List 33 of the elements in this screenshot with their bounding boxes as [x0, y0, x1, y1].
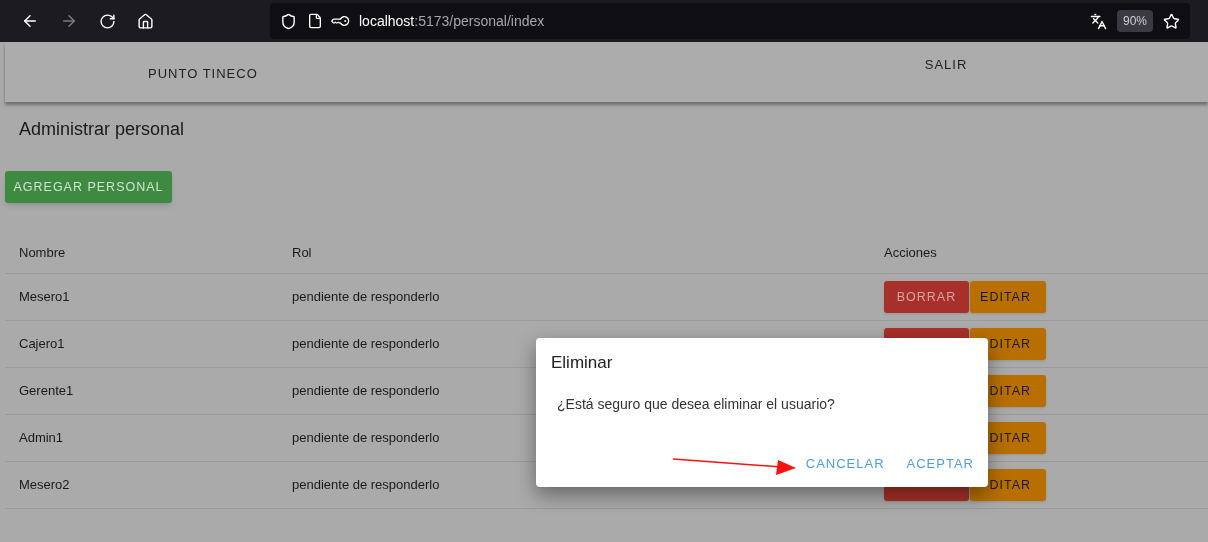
- page-title: Administrar personal: [19, 118, 186, 141]
- dialog-message: ¿Está seguro que desea eliminar el usuario?: [557, 394, 836, 414]
- name-cell-text: Gerente1: [19, 382, 75, 401]
- shield-icon: [280, 12, 297, 30]
- add-staff-button[interactable]: AGREGAR PERSONAL: [5, 171, 172, 203]
- logout-link[interactable]: SALIR: [924, 55, 968, 75]
- column-header: Nombre: [19, 244, 67, 263]
- dialog-title: Eliminar: [551, 352, 614, 374]
- zoom-badge[interactable]: 90%: [1116, 10, 1153, 32]
- reload-icon[interactable]: [99, 12, 116, 30]
- back-icon[interactable]: [21, 12, 39, 30]
- name-cell-text: Mesero1: [19, 288, 71, 307]
- role-cell-text: pendiente de responderlo: [292, 476, 441, 495]
- dialog-button[interactable]: CANCELAR: [805, 453, 885, 473]
- role-cell-text: pendiente de responderlo: [292, 288, 441, 307]
- column-header: Acciones: [884, 244, 937, 263]
- forward-icon[interactable]: [60, 12, 78, 30]
- role-cell-text: pendiente de responderlo: [292, 382, 441, 401]
- address-bar[interactable]: localhost:5173/personal/index 90%: [270, 3, 1190, 39]
- name-cell-text: Admin1: [19, 429, 65, 448]
- role-cell-text: pendiente de responderlo: [292, 335, 441, 354]
- page-icon: [307, 13, 323, 29]
- edit-button[interactable]: EDITAR: [970, 281, 1046, 313]
- translate-icon[interactable]: [1089, 12, 1107, 30]
- role-cell-text: pendiente de responderlo: [292, 429, 441, 448]
- name-cell-text: Cajero1: [19, 335, 66, 354]
- home-icon[interactable]: [137, 12, 154, 30]
- url-text: localhost:5173/personal/index: [359, 11, 545, 31]
- bookmark-star-icon[interactable]: [1163, 12, 1180, 30]
- name-cell-text: Mesero2: [19, 476, 71, 495]
- column-header: Rol: [292, 244, 313, 263]
- brand-link[interactable]: PUNTO TINECO: [148, 64, 258, 84]
- delete-button[interactable]: BORRAR: [884, 281, 969, 313]
